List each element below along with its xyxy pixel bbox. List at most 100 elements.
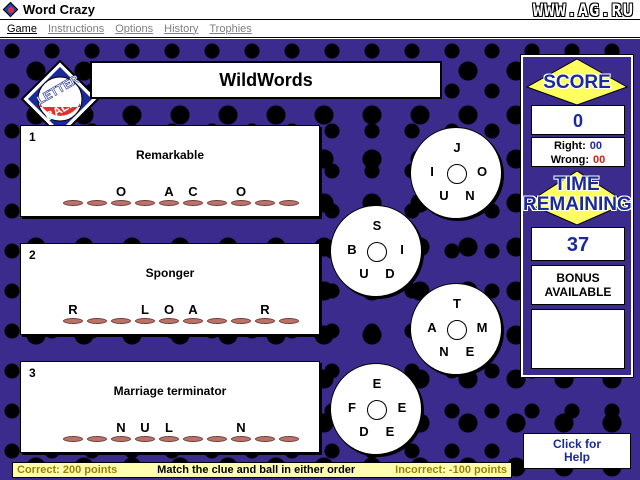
menu-history[interactable]: History bbox=[160, 23, 202, 35]
ball-letter: O bbox=[476, 164, 488, 179]
answer-slots: R L O A R bbox=[63, 302, 299, 324]
letter-slot: O bbox=[111, 184, 131, 206]
ball-letter: S bbox=[372, 218, 382, 233]
letter-slot: L bbox=[159, 420, 179, 442]
ball-letter: J bbox=[453, 140, 461, 155]
right-label: Right: bbox=[553, 140, 586, 152]
letter-slot bbox=[255, 184, 275, 206]
letter-slot: L bbox=[135, 302, 155, 324]
letter-slot: C bbox=[183, 184, 203, 206]
letter-ball-4[interactable]: E F E D E bbox=[330, 363, 422, 455]
letter-ball-2[interactable]: S B I U D bbox=[330, 205, 422, 297]
wrong-value: 00 bbox=[593, 154, 606, 166]
clue-text: Marriage terminator bbox=[113, 384, 227, 398]
letter-slot bbox=[63, 420, 83, 442]
letter-ball-3[interactable]: T A M N E bbox=[410, 283, 502, 375]
menu-bar: Game Instructions Options History Trophi… bbox=[0, 20, 640, 38]
ball-center bbox=[447, 164, 467, 184]
ball-center bbox=[367, 400, 387, 420]
app-icon[interactable] bbox=[2, 1, 19, 18]
clue-card-1[interactable]: 1 Remarkable O A C O bbox=[20, 125, 320, 217]
letter-slot bbox=[255, 420, 275, 442]
bonus-line1: BONUS bbox=[556, 271, 600, 285]
clue-text: Remarkable bbox=[135, 148, 205, 162]
letter-slot bbox=[279, 302, 299, 324]
clue-text: Sponger bbox=[145, 266, 195, 280]
letter-slot bbox=[279, 184, 299, 206]
title-bar: Word Crazy WWW.AG.RU bbox=[0, 0, 640, 21]
answer-slots: O A C O bbox=[63, 184, 299, 206]
score-panel: SCORE 0 Right: 00 Wrong: 00 TIME REMAINI… bbox=[520, 54, 634, 378]
score-value: 0 bbox=[531, 105, 625, 135]
status-correct: Correct: 200 points bbox=[17, 464, 118, 476]
ball-letter: F bbox=[348, 400, 356, 415]
time-label-line2: REMAINING bbox=[523, 194, 632, 215]
ball-letter: E bbox=[372, 376, 382, 391]
score-banner: SCORE bbox=[523, 57, 631, 105]
ball-letter: E bbox=[465, 344, 475, 359]
letter-slot: N bbox=[111, 420, 131, 442]
answer-slots: N U L N bbox=[63, 420, 299, 442]
letter-slot: N bbox=[231, 420, 251, 442]
status-instruction: Match the clue and ball in either order bbox=[157, 464, 356, 476]
letter-slot bbox=[207, 302, 227, 324]
menu-game[interactable]: Game bbox=[3, 23, 41, 35]
ball-letter: N bbox=[439, 344, 449, 359]
letter-slot bbox=[231, 302, 251, 324]
menu-trophies[interactable]: Trophies bbox=[205, 23, 255, 35]
status-incorrect: Incorrect: -100 points bbox=[395, 464, 507, 476]
letter-slot bbox=[135, 184, 155, 206]
letter-ball-1[interactable]: J I O U N bbox=[410, 127, 502, 219]
score-label: SCORE bbox=[543, 72, 611, 93]
clue-number: 1 bbox=[29, 130, 36, 144]
game-area: LETTER BALL WildWords 1 Remarkable O A C… bbox=[0, 39, 640, 480]
watermark-text: WWW.AG.RU bbox=[532, 1, 634, 21]
menu-options[interactable]: Options bbox=[111, 23, 157, 35]
bonus-display bbox=[531, 309, 625, 369]
time-value: 37 bbox=[531, 227, 625, 261]
clue-card-3[interactable]: 3 Marriage terminator N U L N bbox=[20, 361, 320, 453]
right-wrong-box: Right: 00 Wrong: 00 bbox=[531, 137, 625, 167]
ball-letter: E bbox=[397, 400, 407, 415]
letter-slot: U bbox=[135, 420, 155, 442]
letter-slot bbox=[63, 184, 83, 206]
bonus-box: BONUS AVAILABLE bbox=[531, 265, 625, 305]
time-label-line1: TIME bbox=[554, 174, 600, 195]
ball-center bbox=[367, 242, 387, 262]
game-title-panel: WildWords bbox=[90, 61, 442, 99]
help-line2: Help bbox=[563, 450, 590, 464]
ball-letter: T bbox=[453, 296, 461, 311]
ball-center bbox=[447, 320, 467, 340]
game-title: WildWords bbox=[219, 69, 313, 90]
ball-letter: D bbox=[359, 424, 369, 439]
ball-letter: U bbox=[439, 188, 449, 203]
right-value: 00 bbox=[589, 140, 602, 152]
bonus-line2: AVAILABLE bbox=[544, 285, 612, 299]
time-banner: TIME REMAINING bbox=[523, 171, 632, 225]
window-title: Word Crazy bbox=[23, 2, 95, 17]
letter-slot: R bbox=[255, 302, 275, 324]
menu-instructions[interactable]: Instructions bbox=[44, 23, 108, 35]
ball-letter: M bbox=[476, 320, 488, 335]
letter-slot bbox=[87, 420, 107, 442]
letter-slot: O bbox=[231, 184, 251, 206]
letter-slot bbox=[183, 420, 203, 442]
status-bar: Correct: 200 points Match the clue and b… bbox=[12, 462, 512, 478]
letter-slot bbox=[279, 420, 299, 442]
ball-letter: I bbox=[400, 242, 404, 257]
help-button[interactable]: Click for Help bbox=[523, 433, 631, 469]
letter-slot bbox=[111, 302, 131, 324]
clue-card-2[interactable]: 2 Sponger R L O A R bbox=[20, 243, 320, 335]
ball-letter: A bbox=[427, 320, 437, 335]
letter-slot bbox=[87, 302, 107, 324]
clue-number: 3 bbox=[29, 366, 36, 380]
ball-letter: I bbox=[430, 164, 434, 179]
letter-slot: A bbox=[183, 302, 203, 324]
ball-letter: E bbox=[385, 424, 395, 439]
letter-slot: O bbox=[159, 302, 179, 324]
wrong-label: Wrong: bbox=[550, 154, 590, 166]
ball-letter: D bbox=[385, 266, 395, 281]
letter-slot bbox=[207, 184, 227, 206]
ball-letter: N bbox=[465, 188, 475, 203]
letter-slot: A bbox=[159, 184, 179, 206]
